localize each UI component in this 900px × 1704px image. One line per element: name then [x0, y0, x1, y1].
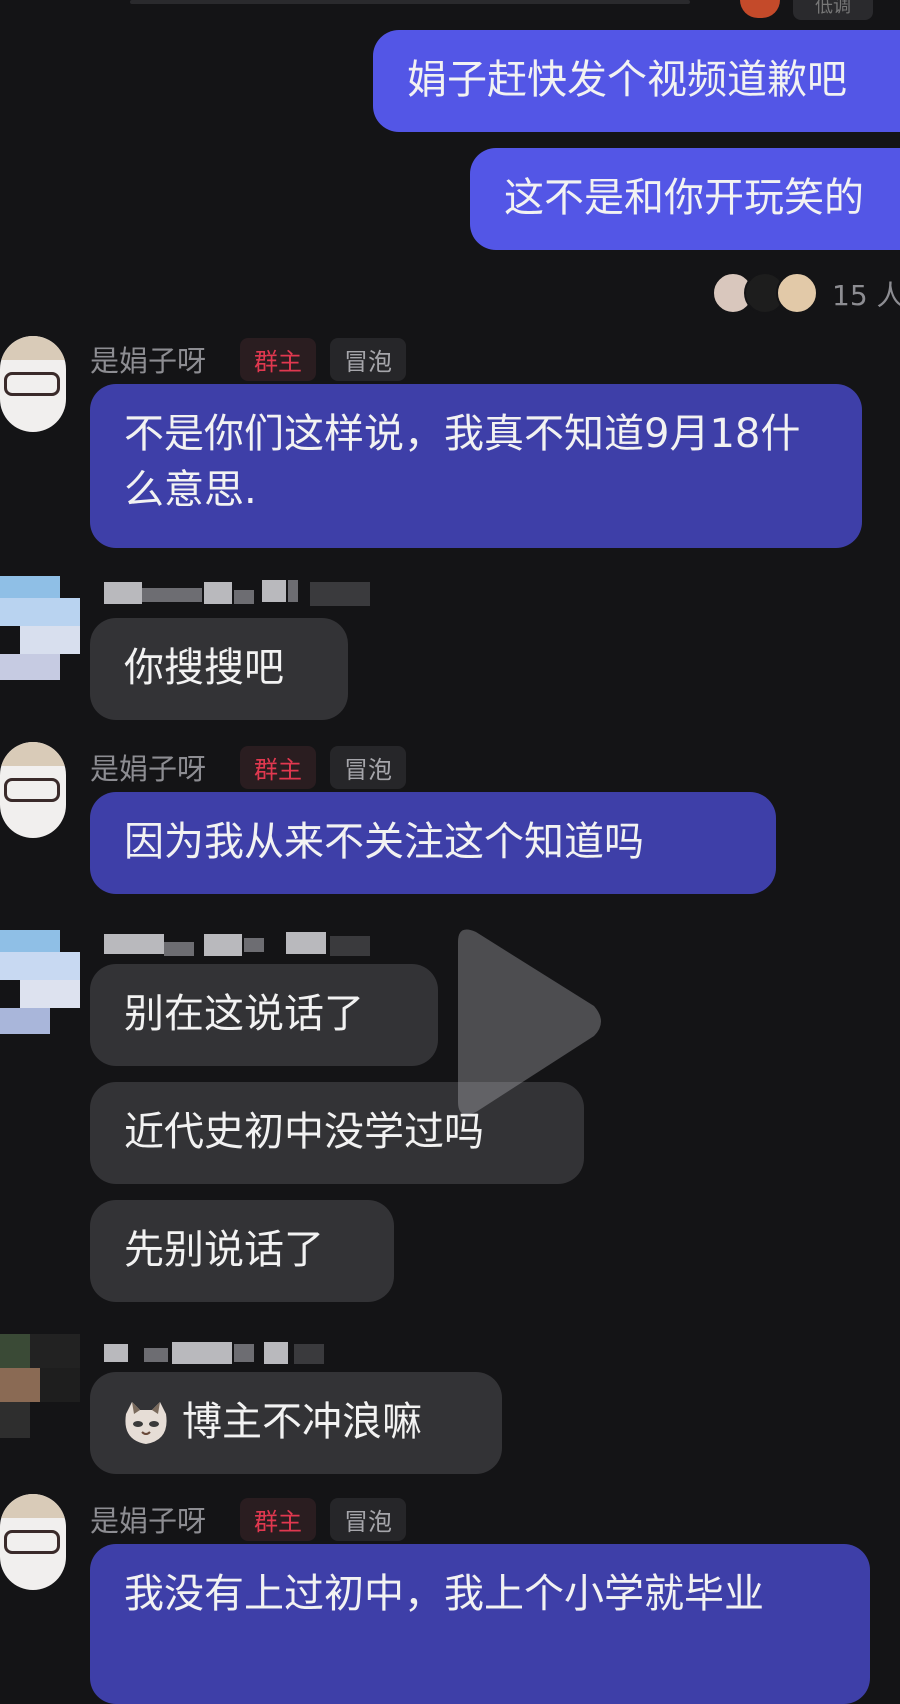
message-text: 别在这说话了 — [124, 991, 364, 1037]
sent-message-text: 娟子赶快发个视频道歉吧 — [407, 57, 847, 103]
message-bubble[interactable]: 博主不冲浪嘛 — [90, 1372, 502, 1474]
message-bubble[interactable]: 先别说话了 — [90, 1200, 394, 1302]
avatar-pixel — [20, 980, 80, 1008]
avatar[interactable] — [0, 1494, 66, 1590]
message-text: 不是你们这样说，我真不知道9月18什么意思. — [124, 411, 801, 513]
avatar-pixel — [0, 1334, 30, 1368]
sender-name: 是娟子呀 — [90, 752, 207, 786]
bubble-badge: 冒泡 — [330, 1498, 406, 1541]
avatar-pixel — [40, 1368, 80, 1402]
owner-badge: 群主 — [240, 746, 316, 789]
message-text: 因为我从来不关注这个知道吗 — [124, 819, 644, 865]
read-count: 15 人 — [832, 279, 900, 312]
message-text: 我没有上过初中，我上个小学就毕业 — [124, 1571, 764, 1617]
message-bubble[interactable]: 因为我从来不关注这个知道吗 — [90, 792, 776, 894]
bubble-badge: 冒泡 — [330, 746, 406, 789]
message-bubble[interactable]: 你搜搜吧 — [90, 618, 348, 720]
sent-message-bubble[interactable]: 这不是和你开玩笑的 — [470, 148, 900, 250]
avatar-glasses — [4, 1530, 60, 1554]
avatar[interactable] — [0, 1334, 80, 1438]
avatar-pixel — [30, 1334, 80, 1368]
avatar-glasses — [4, 372, 60, 396]
avatar-pixel — [0, 598, 80, 626]
reader-avatar — [776, 272, 818, 314]
top-partial-avatar — [740, 0, 780, 18]
message-bubble[interactable]: 别在这说话了 — [90, 964, 438, 1066]
avatar-pixel — [0, 930, 60, 952]
avatar-pixel — [0, 1008, 50, 1034]
avatar[interactable] — [0, 336, 66, 432]
message-text: 近代史初中没学过吗 — [124, 1109, 484, 1155]
message-bubble[interactable]: 不是你们这样说，我真不知道9月18什么意思. — [90, 384, 862, 548]
owner-badge: 群主 — [240, 338, 316, 381]
blurred-sender-name — [104, 578, 374, 608]
top-partial-button[interactable]: 低调 — [793, 0, 873, 20]
avatar-hair — [0, 1494, 66, 1518]
avatar-pixel — [0, 1368, 40, 1402]
avatar-pixel — [0, 576, 60, 598]
message-text: 博主不冲浪嘛 — [182, 1399, 422, 1445]
avatar-pixel — [0, 952, 80, 980]
message-text: 你搜搜吧 — [124, 645, 284, 691]
sender-name: 是娟子呀 — [90, 344, 207, 378]
play-icon[interactable] — [444, 924, 608, 1120]
avatar[interactable] — [0, 576, 80, 680]
blurred-sender-name — [104, 1338, 334, 1368]
avatar-pixel — [0, 654, 60, 680]
avatar-hair — [0, 336, 66, 360]
avatar[interactable] — [0, 930, 80, 1034]
sent-message-bubble[interactable]: 娟子赶快发个视频道歉吧 — [373, 30, 900, 132]
avatar-pixel — [0, 1402, 30, 1438]
sender-name: 是娟子呀 — [90, 1504, 207, 1538]
cat-emoji-icon — [122, 1400, 170, 1446]
message-bubble[interactable]: 我没有上过初中，我上个小学就毕业 — [90, 1544, 870, 1704]
sent-message-text: 这不是和你开玩笑的 — [504, 175, 864, 221]
blurred-sender-name — [104, 930, 374, 960]
top-divider — [130, 0, 690, 4]
owner-badge: 群主 — [240, 1498, 316, 1541]
avatar-pixel — [20, 626, 80, 654]
bubble-badge: 冒泡 — [330, 338, 406, 381]
avatar-hair — [0, 742, 66, 766]
avatar[interactable] — [0, 742, 66, 838]
avatar-glasses — [4, 778, 60, 802]
read-receipt[interactable]: 15 人 — [708, 268, 900, 314]
message-text: 先别说话了 — [124, 1227, 324, 1273]
